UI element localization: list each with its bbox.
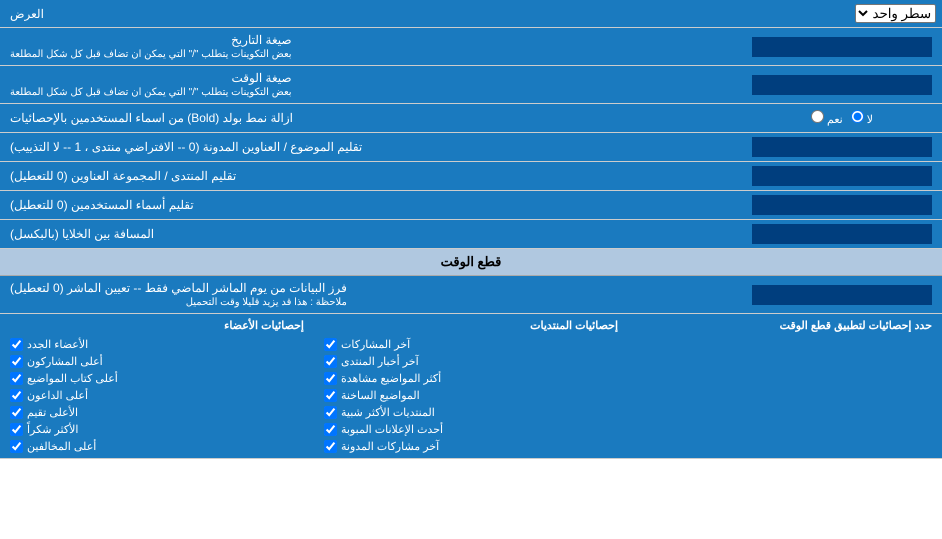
list-item: أعلى المشاركون bbox=[10, 355, 304, 368]
checkbox-post-7[interactable] bbox=[324, 440, 337, 453]
list-item: آخر مشاركات المدونة bbox=[324, 440, 618, 453]
post-stats-col: إحصائيات المنتديات آخر المشاركات آخر أخب… bbox=[314, 314, 628, 458]
list-item: أعلى الداعون bbox=[10, 389, 304, 402]
list-item: الأعلى تقيم bbox=[10, 406, 304, 419]
cell-spacing-input-cell[interactable]: 2 bbox=[742, 220, 942, 248]
list-item: أعلى المخالفين bbox=[10, 440, 304, 453]
cutoff-label-cell: فرز البيانات من يوم الماشر الماضي فقط --… bbox=[0, 276, 742, 313]
time-format-input-cell[interactable]: H:i bbox=[742, 66, 942, 103]
bold-row: لا نعم ازالة نمط بولد (Bold) من اسماء ال… bbox=[0, 104, 942, 133]
checkbox-post-5[interactable] bbox=[324, 406, 337, 419]
date-format-label: صيغة التاريخ bbox=[10, 33, 292, 47]
forum-order-input-cell[interactable]: 33 bbox=[742, 162, 942, 190]
checkbox-member-6[interactable] bbox=[10, 423, 23, 436]
time-format-label: صيغة الوقت bbox=[10, 71, 292, 85]
cell-spacing-label: المسافة بين الخلايا (بالبكسل) bbox=[0, 220, 742, 248]
date-format-input[interactable]: d-m bbox=[752, 37, 932, 57]
cutoff-input[interactable]: 0 bbox=[752, 285, 932, 305]
list-item: أعلى كتاب المواضيع bbox=[10, 372, 304, 385]
list-item: أحدث الإعلانات المبوبة bbox=[324, 423, 618, 436]
main-wrapper: سطر واحد العرض d-m صيغة التاريخ بعض التك… bbox=[0, 0, 942, 459]
cutoff-input-cell[interactable]: 0 bbox=[742, 276, 942, 313]
cutoff-apply-col: حدد إحصائيات لتطبيق قطع الوقت bbox=[628, 314, 942, 458]
date-format-input-cell[interactable]: d-m bbox=[742, 28, 942, 65]
cutoff-label: فرز البيانات من يوم الماشر الماضي فقط --… bbox=[10, 281, 347, 295]
checkbox-post-3[interactable] bbox=[324, 372, 337, 385]
topics-order-input[interactable]: 33 bbox=[752, 137, 932, 157]
post-stats-header: إحصائيات المنتديات bbox=[324, 319, 618, 332]
forum-order-row: 33 تقليم المنتدى / المجموعة العناوين (0 … bbox=[0, 162, 942, 191]
checkbox-member-2[interactable] bbox=[10, 355, 23, 368]
usernames-row: 0 تقليم أسماء المستخدمين (0 للتعطيل) bbox=[0, 191, 942, 220]
member-stats-col: إحصائيات الأعضاء الأعضاء الجدد أعلى المش… bbox=[0, 314, 314, 458]
bold-radio-yes-label: نعم bbox=[811, 110, 843, 126]
bold-radio-no[interactable] bbox=[851, 110, 864, 123]
checkbox-post-1[interactable] bbox=[324, 338, 337, 351]
bold-radio-cell: لا نعم bbox=[742, 104, 942, 132]
cutoff-header: قطع الوقت bbox=[0, 249, 942, 276]
usernames-input-cell[interactable]: 0 bbox=[742, 191, 942, 219]
date-format-row: d-m صيغة التاريخ بعض التكوينات يتطلب "/"… bbox=[0, 28, 942, 66]
forum-order-input[interactable]: 33 bbox=[752, 166, 932, 186]
checkboxes-section: حدد إحصائيات لتطبيق قطع الوقت إحصائيات ا… bbox=[0, 314, 942, 459]
cutoff-row: 0 فرز البيانات من يوم الماشر الماضي فقط … bbox=[0, 276, 942, 314]
member-stats-header: إحصائيات الأعضاء bbox=[10, 319, 304, 332]
display-select-cell[interactable]: سطر واحد bbox=[742, 0, 942, 27]
cell-spacing-row: 2 المسافة بين الخلايا (بالبكسل) bbox=[0, 220, 942, 249]
time-format-label-cell: صيغة الوقت بعض التكوينات يتطلب "/" التي … bbox=[0, 66, 742, 103]
checkbox-post-6[interactable] bbox=[324, 423, 337, 436]
checkbox-member-3[interactable] bbox=[10, 372, 23, 385]
display-label: العرض bbox=[0, 0, 742, 27]
cutoff-apply-label: حدد إحصائيات لتطبيق قطع الوقت bbox=[638, 319, 932, 332]
topics-order-input-cell[interactable]: 33 bbox=[742, 133, 942, 161]
time-format-note: بعض التكوينات يتطلب "/" التي يمكن ان تضا… bbox=[10, 87, 292, 98]
cutoff-note: ملاحظة : هذا قد يزيد قليلا وقت التحميل bbox=[10, 297, 347, 308]
checkbox-member-4[interactable] bbox=[10, 389, 23, 402]
bold-label-cell: ازالة نمط بولد (Bold) من اسماء المستخدمي… bbox=[0, 104, 742, 132]
bold-radio-no-label: لا bbox=[851, 110, 873, 126]
bold-radio-yes[interactable] bbox=[811, 110, 824, 123]
usernames-input[interactable]: 0 bbox=[752, 195, 932, 215]
list-item: الأعضاء الجدد bbox=[10, 338, 304, 351]
list-item: آخر المشاركات bbox=[324, 338, 618, 351]
checkbox-member-1[interactable] bbox=[10, 338, 23, 351]
topics-order-label: تقليم الموضوع / العناوين المدونة (0 -- ا… bbox=[0, 133, 742, 161]
checkbox-member-7[interactable] bbox=[10, 440, 23, 453]
top-row: سطر واحد العرض bbox=[0, 0, 942, 28]
list-item: المنتديات الأكثر شبية bbox=[324, 406, 618, 419]
date-format-label-cell: صيغة التاريخ بعض التكوينات يتطلب "/" الت… bbox=[0, 28, 742, 65]
checkbox-post-4[interactable] bbox=[324, 389, 337, 402]
list-item: أكثر المواضيع مشاهدة bbox=[324, 372, 618, 385]
date-format-note: بعض التكوينات يتطلب "/" التي يمكن ان تضا… bbox=[10, 49, 292, 60]
checkbox-member-5[interactable] bbox=[10, 406, 23, 419]
list-item: آخر أخبار المنتدى bbox=[324, 355, 618, 368]
list-item: الأكثر شكراً bbox=[10, 423, 304, 436]
checkbox-post-2[interactable] bbox=[324, 355, 337, 368]
forum-order-label: تقليم المنتدى / المجموعة العناوين (0 للت… bbox=[0, 162, 742, 190]
usernames-label: تقليم أسماء المستخدمين (0 للتعطيل) bbox=[0, 191, 742, 219]
cell-spacing-input[interactable]: 2 bbox=[752, 224, 932, 244]
list-item: المواضيع الساخنة bbox=[324, 389, 618, 402]
display-select[interactable]: سطر واحد bbox=[855, 4, 936, 23]
topics-order-row: 33 تقليم الموضوع / العناوين المدونة (0 -… bbox=[0, 133, 942, 162]
time-format-row: H:i صيغة الوقت بعض التكوينات يتطلب "/" ا… bbox=[0, 66, 942, 104]
time-format-input[interactable]: H:i bbox=[752, 75, 932, 95]
